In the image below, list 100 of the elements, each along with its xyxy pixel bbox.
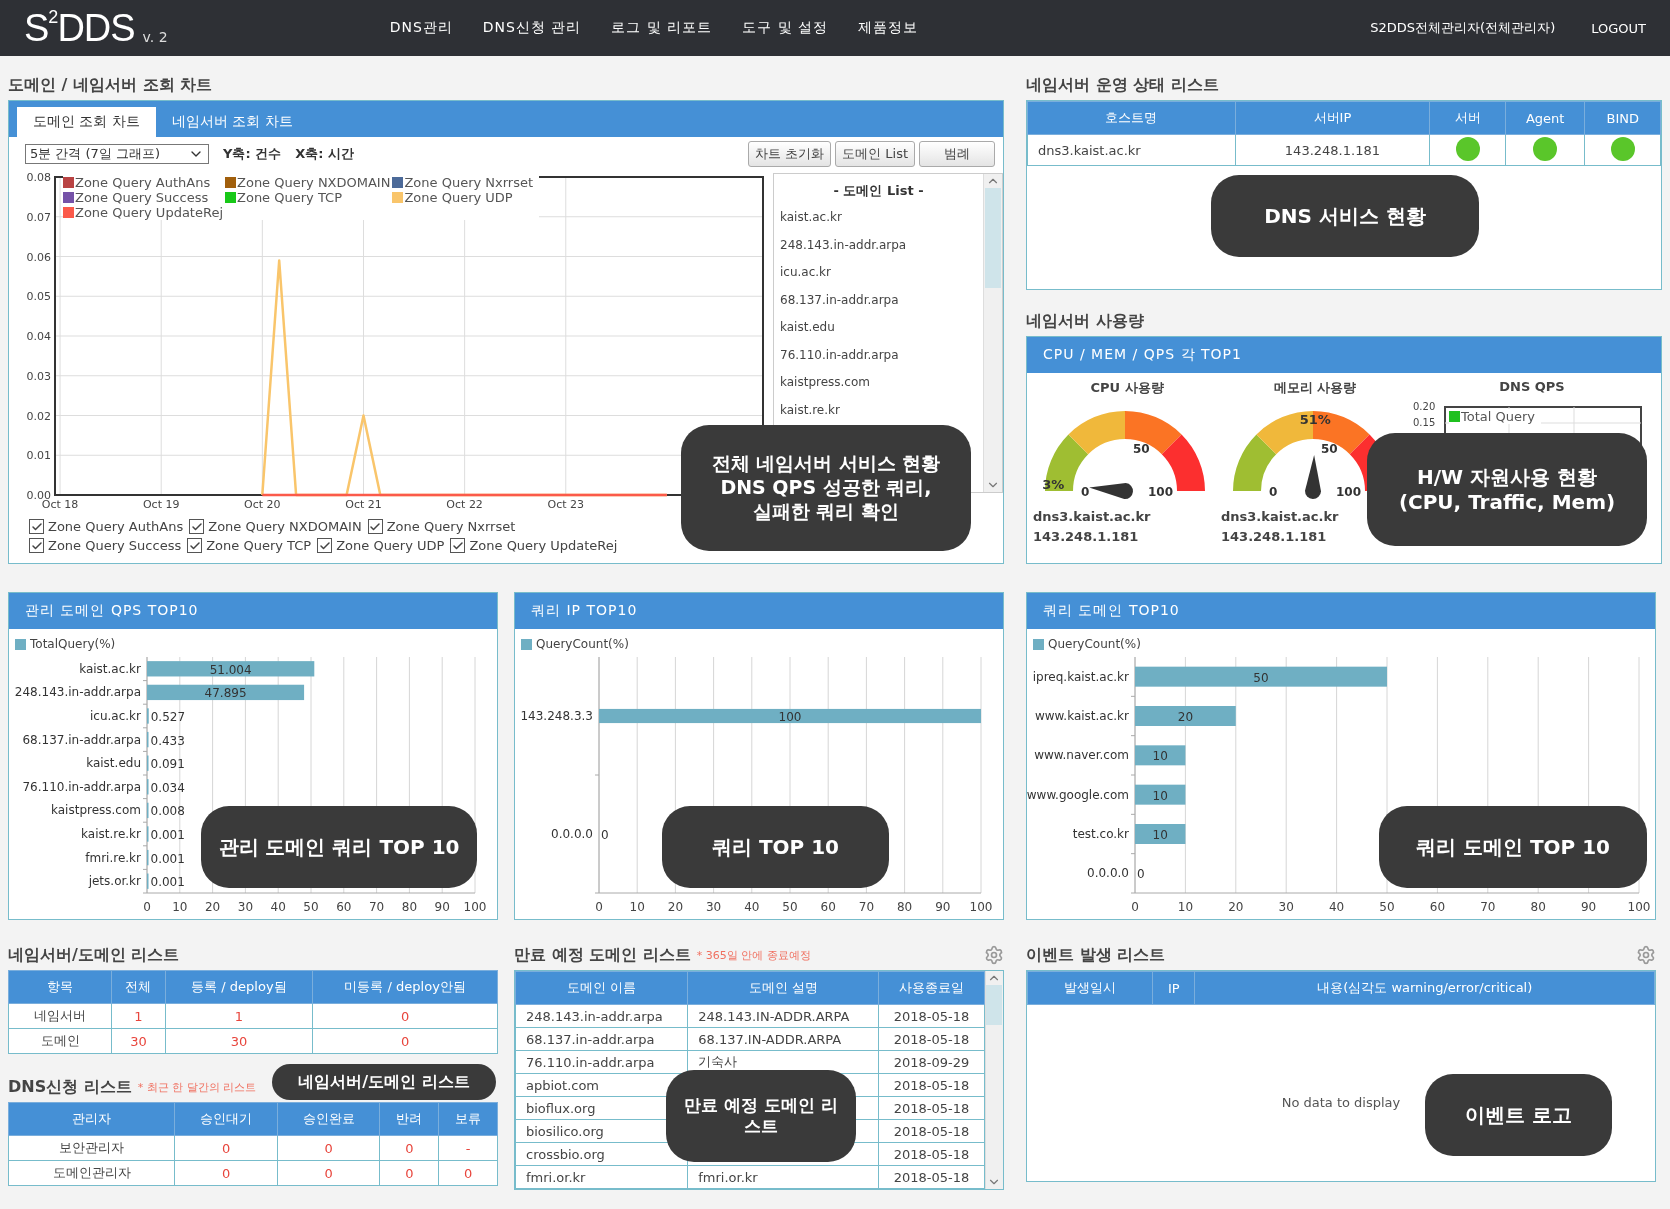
column-header: 서버IP (1235, 101, 1430, 135)
logo[interactable]: S$^{2}$DDS (24, 6, 135, 50)
callout-label: 이벤트 로고 (1425, 1074, 1612, 1156)
axis-label: 50 (303, 900, 319, 914)
legend-swatch (225, 192, 236, 203)
column-header: 반려 (379, 1102, 439, 1136)
toolbar-button[interactable]: 도메인 List (835, 141, 915, 167)
axis-label: 90 (434, 900, 450, 914)
menu-item[interactable]: 도구 및 설정 (742, 19, 829, 37)
value-label: 0.527 (150, 710, 186, 724)
menu-item[interactable]: 로그 및 리포트 (611, 19, 713, 37)
column-header: 발생일시 (1027, 971, 1153, 1005)
legend-swatch (63, 192, 74, 203)
domain-item[interactable]: kaist.edu (780, 314, 977, 342)
axis-label: 80 (896, 900, 913, 914)
bar (1135, 784, 1186, 805)
axis-label: 20 (667, 900, 684, 914)
panel-header: 관리 도메인 QPS TOP10 (9, 593, 497, 629)
gauge-tick: 100 (1335, 485, 1361, 499)
category-label: www.google.com (1027, 787, 1129, 802)
scrollbar-thumb[interactable] (985, 188, 1001, 288)
legend-item: Zone Query AuthAns (63, 175, 223, 190)
table-cell: 2018-09-29 (878, 1050, 985, 1074)
note-text: * 최근 한 달간의 리스트 (137, 1079, 257, 1095)
checkbox[interactable] (29, 538, 44, 553)
column-header: Agent (1505, 101, 1585, 135)
checkbox[interactable] (189, 519, 205, 534)
legend-item: Total Query (1449, 409, 1535, 424)
interval-select[interactable]: 5분 간격 (7일 그래프) (25, 144, 209, 164)
menu-item[interactable]: 제품정보 (858, 19, 919, 37)
axis-label: Oct 22 (446, 498, 483, 511)
axis-label: 0.15 (1413, 417, 1436, 428)
checkbox[interactable] (450, 538, 466, 553)
table-cell: 248.143.IN-ADDR.ARPA (687, 1004, 879, 1028)
section-title: 네임서버 운영 상태 리스트 (1026, 74, 1219, 96)
menu-item[interactable]: DNS관리 (389, 19, 453, 37)
table-cell: 0 (379, 1160, 439, 1186)
bar (1135, 745, 1186, 766)
table-cell: 2018-05-18 (878, 1096, 985, 1120)
settings-icon[interactable] (1636, 945, 1656, 965)
legend-swatch (225, 177, 236, 188)
scrollbar[interactable] (983, 174, 1002, 492)
table-cell: 2018-05-18 (878, 1027, 985, 1051)
checkbox[interactable] (367, 519, 383, 534)
table-cell: 76.110.in-addr.arpa (515, 1050, 688, 1074)
value-label: 10 (1152, 788, 1168, 803)
axis-label: 0 (143, 900, 151, 914)
callout-label: DNS 서비스 현황 (1211, 175, 1479, 257)
domain-item[interactable]: 68.137.in-addr.arpa (780, 286, 977, 314)
axis-label: 50 (782, 900, 798, 914)
value-label: 20 (1177, 710, 1194, 724)
table-cell: 0 (312, 1028, 498, 1054)
tab[interactable]: 도메인 조회 차트 (17, 107, 156, 137)
axis-label: 60 (820, 900, 836, 914)
menu-item[interactable]: DNS신청 관리 (482, 19, 582, 37)
logout-link[interactable]: LOGOUT (1591, 20, 1646, 36)
domain-item[interactable]: icu.ac.kr (780, 259, 977, 287)
axis-label: 70 (368, 900, 385, 914)
column-header: 사용종료일 (878, 971, 985, 1005)
toolbar-button[interactable]: 차트 초기화 (748, 141, 832, 167)
note-text: * 365일 안에 종료예정 (696, 947, 811, 963)
axis-label: 70 (1480, 900, 1496, 914)
checkbox[interactable] (187, 538, 203, 553)
user-name[interactable]: S2DDS전체관리자(전체관리자) (1370, 19, 1556, 37)
legend-item: Zone Query Nxrrset (392, 175, 534, 190)
legend-swatch (392, 177, 404, 188)
domain-item[interactable]: kaistpress.com (780, 369, 977, 397)
column-header: BIND (1585, 101, 1661, 135)
axis-label: 10 (1177, 900, 1194, 914)
axis-label: 100 (463, 900, 487, 914)
axis-label: 0.01 (26, 449, 51, 463)
column-header: 미등록 / deploy안됨 (312, 970, 498, 1004)
axis-label: 0 (595, 900, 603, 914)
scrollbar-thumb[interactable] (986, 985, 1003, 1025)
axis-label: 90 (935, 900, 951, 914)
settings-icon[interactable] (984, 945, 1004, 965)
column-header: 전체 (111, 970, 165, 1004)
table-cell: 30 (165, 1028, 313, 1054)
checkbox[interactable] (29, 519, 44, 534)
axis-note: Y축: 건수 (223, 145, 282, 163)
checkbox[interactable] (317, 538, 333, 553)
axis-label: 10 (629, 900, 645, 914)
column-header: 서버 (1429, 101, 1506, 135)
table-cell: 68.137.IN-ADDR.ARPA (687, 1027, 879, 1051)
axis-note: X축: 시간 (295, 145, 354, 163)
domain-item[interactable]: kaist.re.kr (780, 396, 977, 424)
toolbar-button[interactable]: 범례 (919, 141, 995, 167)
checkbox-label: Zone Query TCP (206, 538, 312, 553)
series-checkbox[interactable]: Zone Query TCP (187, 538, 312, 553)
gauge-tick: 100 (1147, 485, 1173, 499)
domain-item[interactable]: 248.143.in-addr.arpa (780, 231, 977, 259)
domain-item[interactable]: 76.110.in-addr.arpa (780, 341, 977, 369)
domain-item[interactable]: kaist.ac.kr (780, 204, 977, 232)
gauge-reading: 51% (1299, 412, 1331, 428)
callout-label: 쿼리 도메인 TOP 10 (1379, 806, 1647, 888)
value-label: 0.034 (150, 780, 185, 795)
axis-label: 0.03 (26, 369, 51, 383)
column-header: 승인대기 (174, 1102, 278, 1136)
panel-header: 쿼리 IP TOP10 (515, 593, 1003, 629)
category-label: www.naver.com (1034, 748, 1129, 763)
